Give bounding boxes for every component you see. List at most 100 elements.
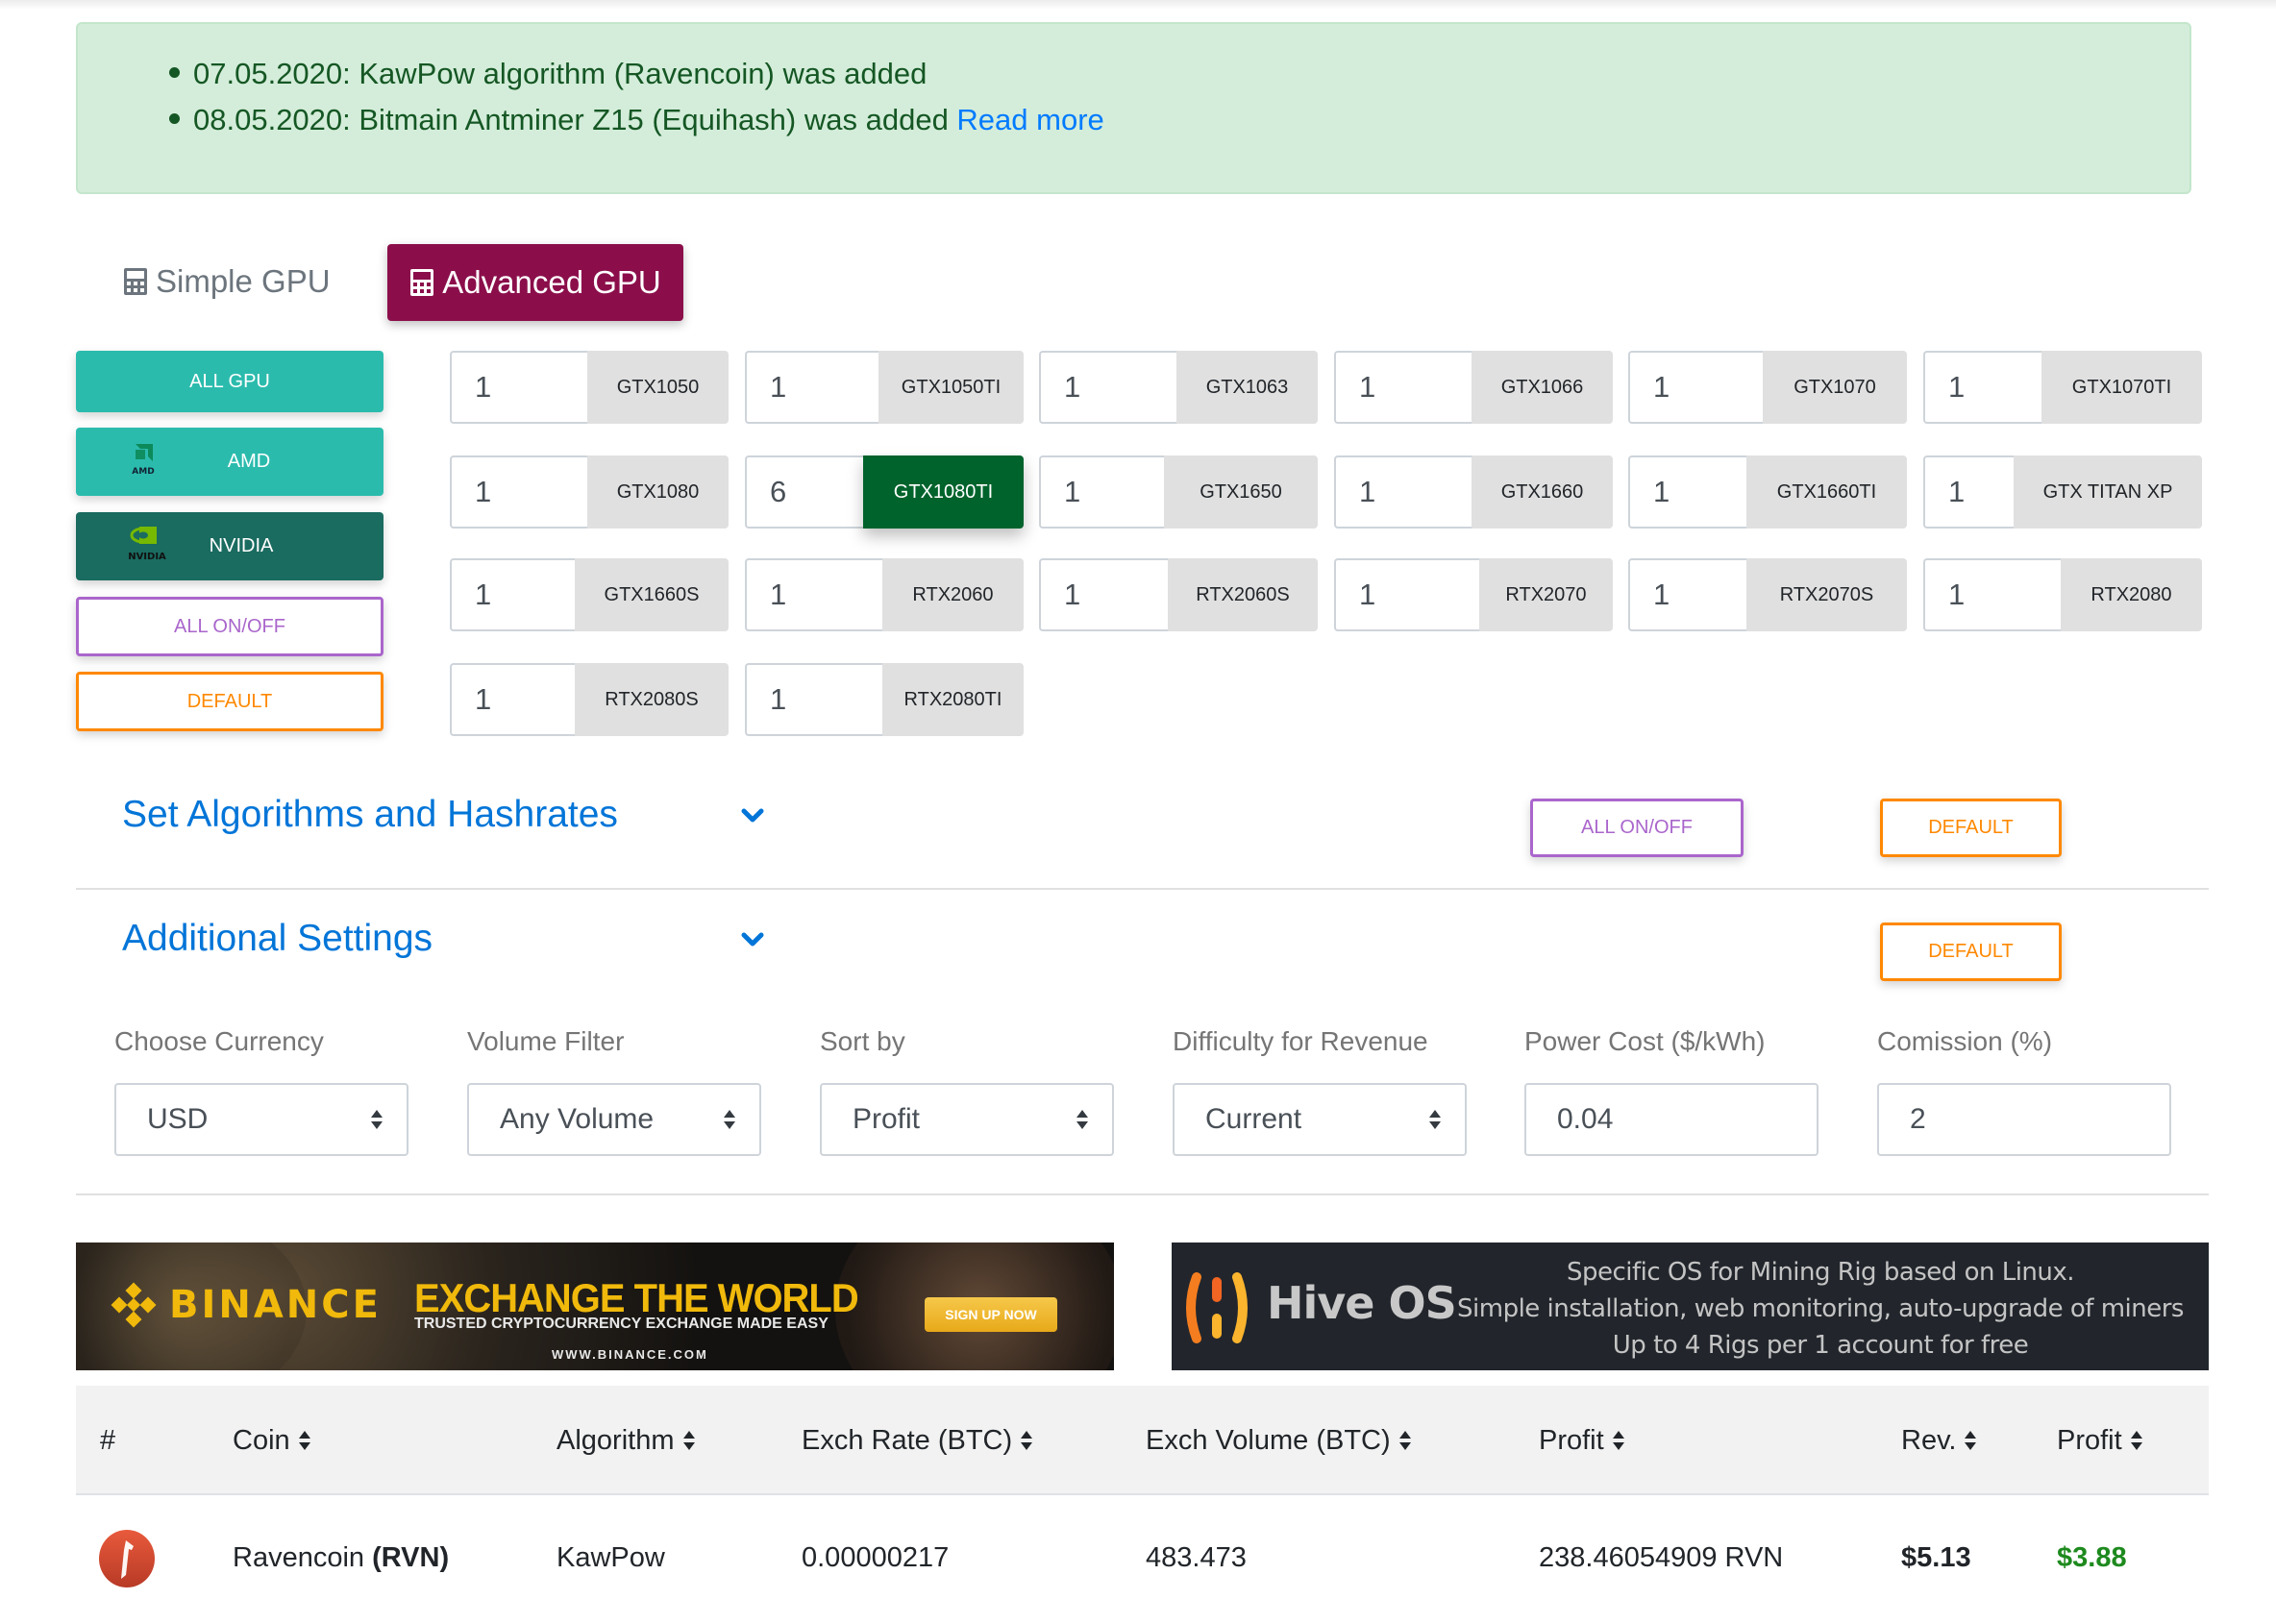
gpu-quantity-input[interactable]: 6 [745,455,863,529]
hive-line: Up to 4 Rigs per 1 account for free [1612,1331,2029,1360]
button-label: ALL ON/OFF [1581,817,1693,838]
exch-volume-cell: 483.473 [1146,1541,1247,1573]
gpu-quantity-input[interactable]: 1 [450,558,575,631]
algorithm-cell: KawPow [557,1541,665,1573]
gpu-quantity-input[interactable]: 1 [1923,558,2061,631]
gpu-toggle-button[interactable]: GTX TITAN XP [2014,455,2202,529]
gpu-quantity-input[interactable]: 1 [1334,558,1479,631]
gpu-toggle-button[interactable]: GTX1080TI [863,455,1024,529]
coin-name-cell[interactable]: Ravencoin (RVN) [233,1534,449,1582]
gpu-quantity-input[interactable]: 1 [450,455,587,529]
all-gpu-button[interactable]: ALL GPU [76,351,383,412]
top-shadow [0,0,2276,10]
additional-default-button[interactable]: DEFAULT [1880,923,2062,981]
column-header-exch-rate[interactable]: Exch Rate (BTC) [802,1386,1033,1495]
binance-banner[interactable]: BINANCE EXCHANGE THE WORLD TRUSTED CRYPT… [76,1243,1114,1370]
field-label: Volume Filter [467,1026,625,1056]
gpu-quantity-input[interactable]: 1 [1628,558,1746,631]
column-header-exch-volume[interactable]: Exch Volume (BTC) [1146,1386,1412,1495]
gpu-quantity-input[interactable]: 1 [1923,455,2014,529]
column-header-algorithm[interactable]: Algorithm [557,1386,696,1495]
gpu-quantity-input[interactable]: 1 [1039,558,1168,631]
gpu-toggle-button[interactable]: GTX1660S [575,558,729,631]
gpu-toggle-button[interactable]: RTX2060 [882,558,1024,631]
set-algorithms-toggle[interactable]: Set Algorithms and Hashrates [122,794,618,836]
gpu-quantity-input[interactable]: 1 [1334,351,1472,424]
hive-line: Specific OS for Mining Rig based on Linu… [1566,1258,2075,1287]
hive-os-text: Specific OS for Mining Rig based on Linu… [1441,1254,2200,1364]
settings-input[interactable]: 0.04 [1524,1083,1818,1156]
column-header-coin[interactable]: Coin [233,1386,311,1495]
gpu-quantity-input[interactable]: 1 [450,351,587,424]
calculator-icon [123,267,148,296]
all-on-off-button[interactable]: ALL ON/OFF [76,597,383,656]
tab-simple-gpu[interactable]: Simple GPU [123,258,331,306]
gpu-toggle-button[interactable]: GTX1070 [1763,351,1907,424]
gpu-card: 1 GTX1080 [450,455,729,529]
column-header-profit-usd[interactable]: Profit [2057,1386,2143,1495]
gpu-toggle-button[interactable]: RTX2080S [575,663,729,736]
read-more-link[interactable]: Read more [956,103,1103,136]
gpu-quantity-input[interactable]: 1 [745,351,878,424]
announcement-item: 07.05.2020: KawPow algorithm (Ravencoin)… [169,51,1104,97]
amd-button[interactable]: AMD AMD [76,428,383,496]
chevron-down-icon[interactable] [741,807,764,824]
gpu-card: 1 RTX2060S [1039,558,1318,631]
settings-select[interactable]: Any Volume [467,1083,761,1156]
binance-sign-up-button[interactable]: SIGN UP NOW [925,1297,1057,1332]
gpu-toggle-button[interactable]: GTX1063 [1176,351,1318,424]
chevron-down-icon[interactable] [741,931,764,948]
gpu-toggle-button[interactable]: GTX1650 [1164,455,1318,529]
settings-select[interactable]: Current [1173,1083,1467,1156]
hive-os-banner[interactable]: Hive OS Specific OS for Mining Rig based… [1172,1243,2209,1370]
field-label: Choose Currency [114,1026,324,1056]
field-label: Difficulty for Revenue [1173,1026,1428,1056]
column-header-revenue[interactable]: Rev. [1901,1386,1977,1495]
gpu-card: 1 GTX1066 [1334,351,1613,424]
settings-select[interactable]: Profit [820,1083,1114,1156]
header-label: Algorithm [557,1424,675,1456]
gpu-card: 1 RTX2080S [450,663,729,736]
tab-advanced-gpu[interactable]: Advanced GPU [387,244,683,321]
hive-os-brand: Hive OS [1267,1277,1457,1329]
sort-icon [1965,1431,1977,1450]
gpu-toggle-button[interactable]: RTX2070S [1746,558,1907,631]
sort-icon [1021,1431,1033,1450]
column-header-profit-coins[interactable]: Profit [1539,1386,1625,1495]
gpu-toggle-button[interactable]: GTX1050 [587,351,729,424]
gpu-quantity-input[interactable]: 1 [450,663,575,736]
gpu-toggle-button[interactable]: RTX2060S [1168,558,1318,631]
gpu-toggle-button[interactable]: GTX1660 [1472,455,1613,529]
gpu-toggle-button[interactable]: RTX2080TI [882,663,1024,736]
gpu-card: 1 RTX2070 [1334,558,1613,631]
gpu-quantity-input[interactable]: 1 [1628,351,1763,424]
gpu-quantity-input[interactable]: 1 [745,663,882,736]
settings-select[interactable]: USD [114,1083,408,1156]
gpu-toggle-button[interactable]: GTX1660TI [1746,455,1907,529]
gpu-quantity-input[interactable]: 1 [1334,455,1472,529]
gpu-card: 1 RTX2070S [1628,558,1907,631]
gpu-toggle-button[interactable]: RTX2080 [2061,558,2202,631]
header-label: Rev. [1901,1424,1957,1456]
gpu-quantity-input[interactable]: 1 [1039,351,1176,424]
gpu-quantity-input[interactable]: 1 [1039,455,1164,529]
gpu-toggle-button[interactable]: RTX2070 [1479,558,1613,631]
gpu-toggle-button[interactable]: GTX1070TI [2041,351,2202,424]
gpu-quantity-input[interactable]: 1 [745,558,882,631]
field-value: Current [1205,1103,1302,1135]
nvidia-button[interactable]: NVIDIA NVIDIA [76,512,383,580]
gpu-quantity-input[interactable]: 1 [1923,351,2041,424]
gpu-toggle-button[interactable]: GTX1050TI [878,351,1024,424]
algorithms-all-on-off-button[interactable]: ALL ON/OFF [1530,799,1744,857]
gpu-toggle-button[interactable]: GTX1080 [587,455,729,529]
announcement-text: 07.05.2020: KawPow algorithm (Ravencoin)… [193,57,928,90]
algorithms-default-button[interactable]: DEFAULT [1880,799,2062,857]
additional-settings-toggle[interactable]: Additional Settings [122,918,433,960]
gpu-card: 1 RTX2080TI [745,663,1024,736]
button-label: DEFAULT [1928,941,2014,962]
gpu-quantity-input[interactable]: 1 [1628,455,1746,529]
settings-input[interactable]: 2 [1877,1083,2171,1156]
gpu-toggle-button[interactable]: GTX1066 [1472,351,1613,424]
binance-brand: BINANCE [169,1283,382,1327]
default-button[interactable]: DEFAULT [76,672,383,731]
